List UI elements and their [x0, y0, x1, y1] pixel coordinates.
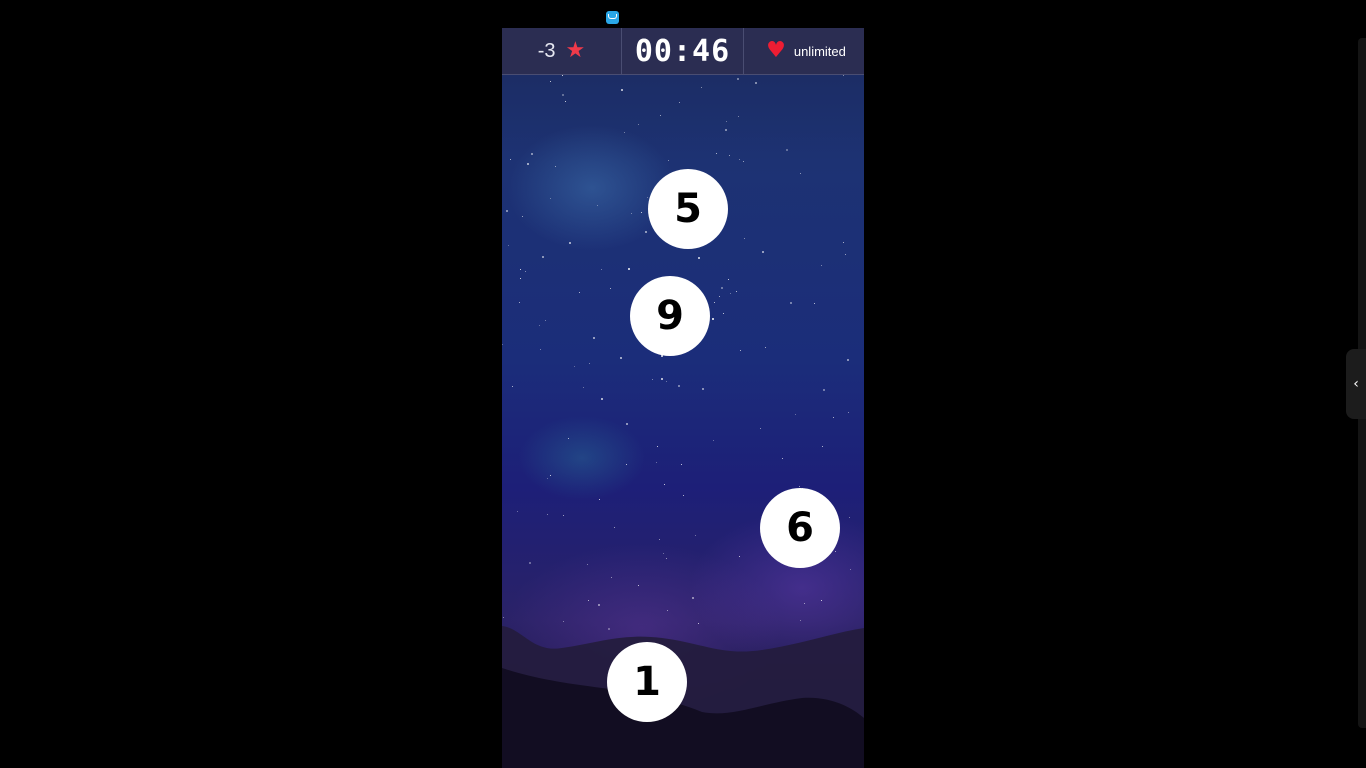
number-bubble[interactable]: 5: [648, 169, 728, 249]
bubble-number: 5: [674, 186, 702, 232]
side-panel-toggle[interactable]: ‹: [1346, 349, 1366, 419]
number-bubble[interactable]: 1: [607, 642, 687, 722]
lives-panel: ♥ unlimited: [744, 28, 864, 74]
number-bubble[interactable]: 9: [630, 276, 710, 356]
game-area: -3 ★ 00:46 ♥ unlimited 5 9 6 1: [502, 28, 864, 768]
number-bubble[interactable]: 6: [760, 488, 840, 568]
extension-icon[interactable]: [606, 11, 619, 24]
lives-value: unlimited: [793, 43, 846, 59]
bubble-number: 6: [786, 505, 814, 551]
timer-panel: 00:46: [622, 28, 744, 74]
bubble-number: 1: [633, 659, 661, 705]
chevron-left-icon: ‹: [1353, 376, 1359, 392]
star-icon: ★: [565, 38, 586, 63]
score-panel: -3 ★: [502, 28, 622, 74]
heart-icon: ♥: [766, 38, 786, 63]
mountain-silhouette: [502, 626, 864, 768]
bubble-number: 9: [656, 293, 684, 339]
score-value: -3: [537, 39, 556, 62]
hud-bar: -3 ★ 00:46 ♥ unlimited: [502, 28, 864, 75]
timer-value: 00:46: [634, 33, 731, 69]
